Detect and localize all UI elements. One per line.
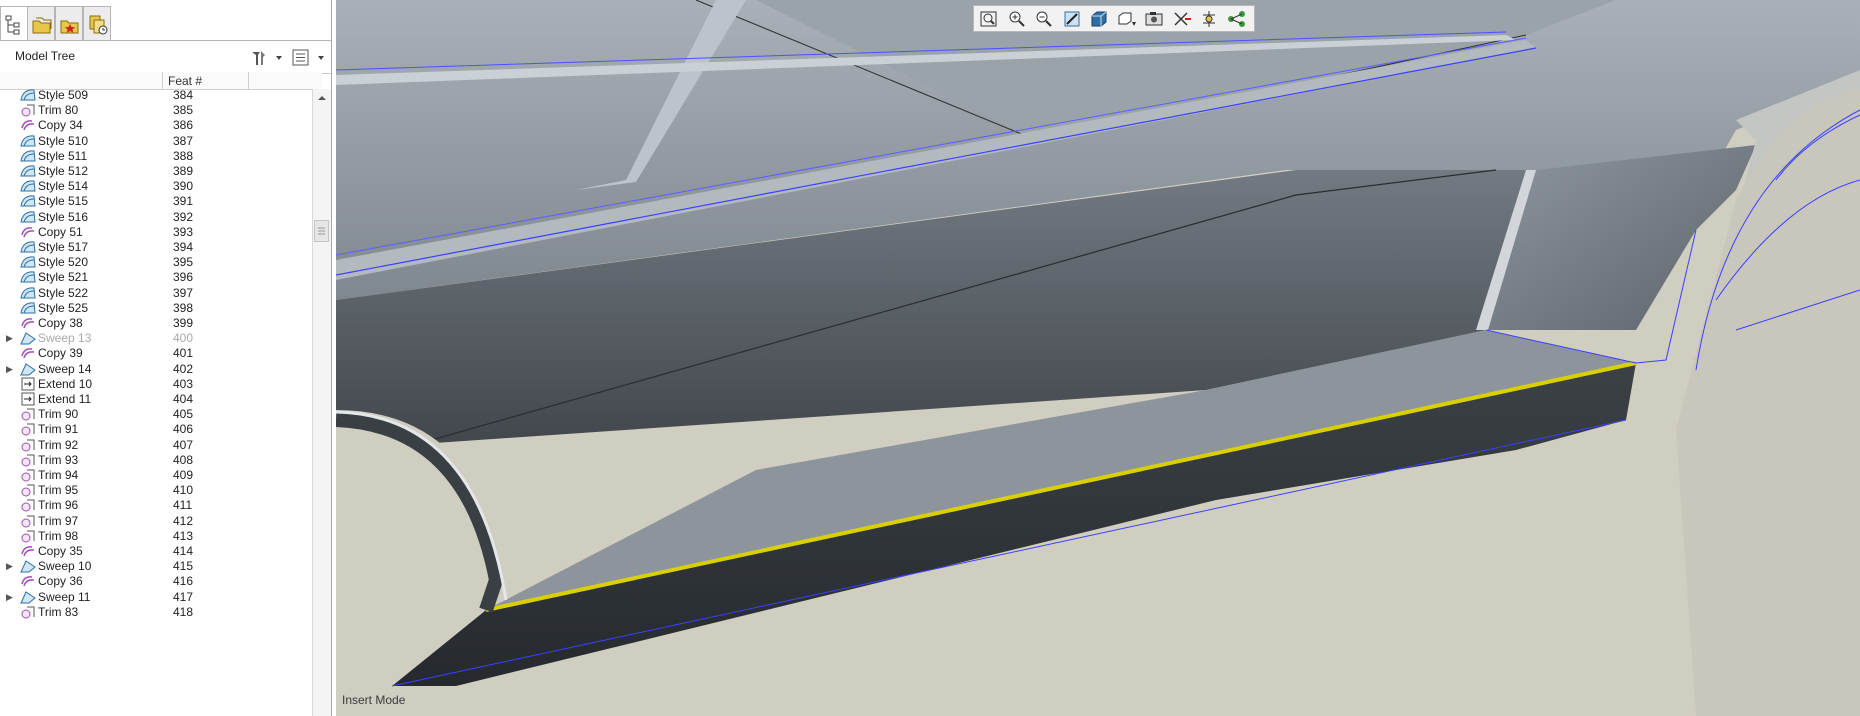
style-icon	[20, 210, 36, 224]
repaint-button[interactable]	[1061, 9, 1083, 29]
favorites-icon	[60, 20, 79, 34]
style-icon	[20, 286, 36, 300]
tree-row[interactable]: Trim 83 418	[0, 603, 310, 621]
style-icon	[20, 255, 36, 269]
tab-folder-browser[interactable]	[27, 6, 55, 40]
view-manager-icon	[1143, 12, 1165, 32]
zoom-in-icon	[1006, 11, 1028, 32]
repaint-icon	[1061, 11, 1083, 32]
column-feat-header[interactable]: Feat #	[168, 74, 202, 88]
mode-status-text: Insert Mode	[342, 693, 406, 707]
style-icon	[20, 89, 36, 102]
copy-icon	[20, 316, 36, 330]
trim-icon	[20, 529, 36, 543]
style-icon	[20, 134, 36, 148]
list-icon	[292, 49, 324, 66]
extend-icon	[20, 392, 36, 406]
view-manager-button[interactable]	[1143, 9, 1165, 29]
trim-icon	[20, 498, 36, 512]
trim-icon	[20, 103, 36, 117]
copy-icon	[20, 346, 36, 360]
saved-orientations-icon	[1116, 12, 1138, 32]
trim-icon	[20, 407, 36, 421]
trim-icon	[20, 605, 36, 619]
tree-column-header: Feat #	[0, 72, 322, 90]
graphics-viewport[interactable]: Insert Mode	[336, 0, 1860, 716]
style-icon	[20, 164, 36, 178]
spin-center-button[interactable]	[1198, 9, 1220, 29]
show-menu-button[interactable]	[290, 46, 328, 68]
trim-icon	[20, 422, 36, 436]
copy-icon	[20, 574, 36, 588]
tree-row-name: Trim 83	[38, 604, 79, 619]
refit-button[interactable]	[978, 9, 1000, 29]
car-model-render	[336, 0, 1860, 716]
style-icon	[20, 240, 36, 254]
scroll-thumb[interactable]	[314, 220, 329, 242]
grip-icon	[318, 227, 325, 235]
sweep-icon	[20, 559, 36, 573]
model-tree-title: Model Tree	[15, 49, 76, 63]
style-icon	[20, 270, 36, 284]
style-icon	[20, 301, 36, 315]
refit-icon	[978, 11, 1000, 32]
model-tree-header: Model Tree	[0, 40, 331, 74]
trim-icon	[20, 514, 36, 528]
navigator-tabs	[0, 0, 331, 40]
history-icon	[89, 15, 108, 35]
zoom-in-button[interactable]	[1006, 9, 1028, 29]
zoom-out-icon	[1033, 11, 1055, 32]
trim-icon	[20, 453, 36, 467]
style-icon	[20, 194, 36, 208]
display-style-button[interactable]	[1088, 9, 1110, 29]
tree-settings-button[interactable]	[248, 46, 284, 68]
tab-favorites[interactable]	[55, 6, 83, 40]
datum-display-icon	[1171, 12, 1193, 32]
saved-orientations-button[interactable]	[1116, 9, 1138, 29]
model-tree-icon	[5, 15, 20, 35]
trim-icon	[20, 483, 36, 497]
copy-icon	[20, 225, 36, 239]
display-style-icon	[1088, 11, 1110, 32]
tree-settings-icon	[252, 51, 282, 65]
column-separator[interactable]	[248, 72, 249, 89]
annotation-display-icon	[1226, 11, 1248, 32]
tree-row-feat-number: 418	[173, 604, 194, 619]
trim-icon	[20, 468, 36, 482]
trim-icon	[20, 438, 36, 452]
view-toolbar	[973, 5, 1255, 32]
extend-icon	[20, 377, 36, 391]
column-name-header[interactable]	[0, 72, 163, 89]
model-tree-list: Style 509 384 Trim 80 385 Copy 34 386 Style 51…	[0, 89, 310, 716]
tab-history[interactable]	[83, 6, 111, 40]
zoom-out-button[interactable]	[1033, 9, 1055, 29]
scroll-up-button[interactable]	[313, 91, 331, 105]
sweep-icon	[20, 590, 36, 604]
folder-browser-icon	[32, 17, 52, 34]
sweep-icon	[20, 331, 36, 345]
copy-icon	[20, 118, 36, 132]
left-panel: Model Tree Feat # Style 509 384 Trim 80 385…	[0, 0, 332, 716]
datum-display-button[interactable]	[1171, 9, 1193, 29]
spin-center-icon	[1198, 11, 1220, 32]
style-icon	[20, 179, 36, 193]
annotation-display-button[interactable]	[1226, 9, 1248, 29]
sweep-icon	[20, 362, 36, 376]
tab-model-tree[interactable]	[0, 6, 28, 40]
style-icon	[20, 149, 36, 163]
tree-scrollbar[interactable]	[312, 89, 331, 716]
arrow-up-icon	[318, 96, 326, 100]
copy-icon	[20, 544, 36, 558]
